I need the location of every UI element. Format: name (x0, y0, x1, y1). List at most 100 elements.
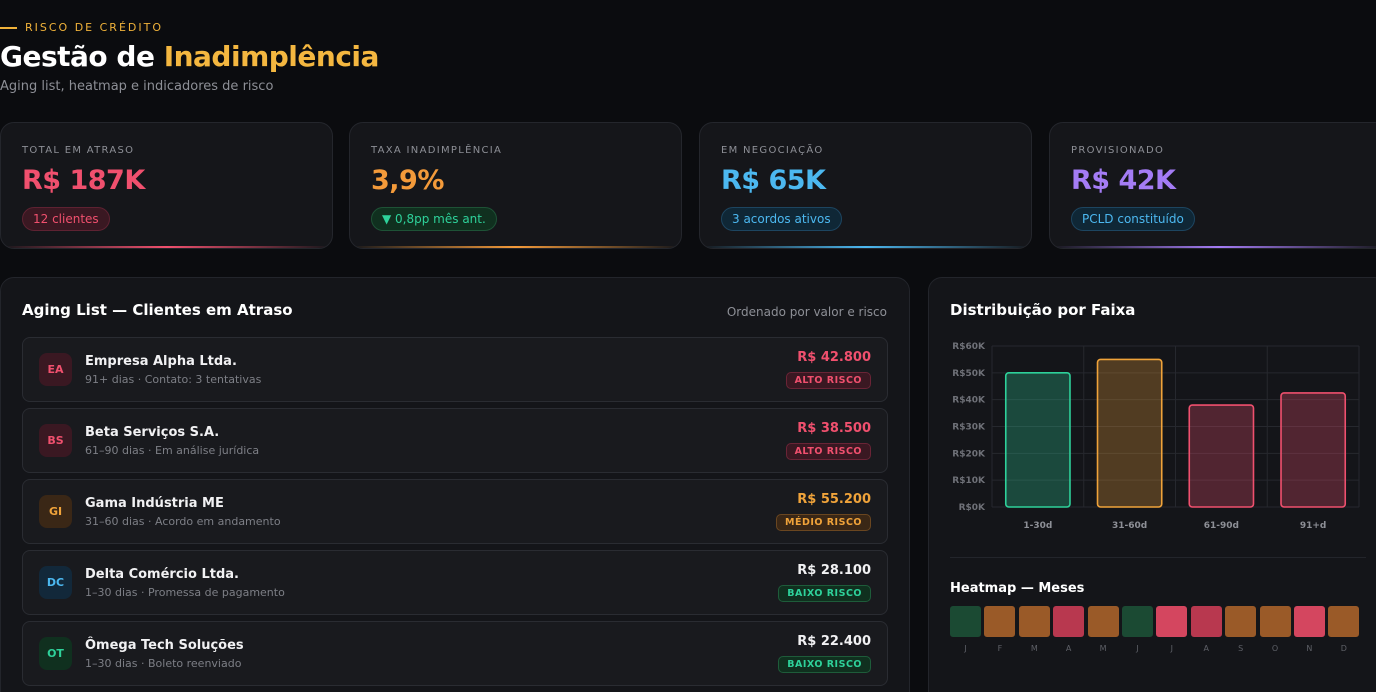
heatmap-month-label: M (1099, 644, 1107, 653)
kpi-value: R$ 187K (22, 165, 145, 196)
kpi-badge: 3 acordos ativos (721, 207, 842, 231)
aging-list-sort-note: Ordenado por valor e risco (726, 305, 887, 319)
kpi-value: R$ 42K (1071, 165, 1176, 196)
kpi-accent-line (1050, 246, 1376, 248)
aging-list-title: Aging List — Clientes em Atraso (22, 301, 293, 319)
kpi-card-provisionado[interactable]: PROVISIONADO R$ 42K PCLD constituído (1049, 122, 1376, 249)
heatmap-cell[interactable] (984, 606, 1016, 637)
heatmap-title: Heatmap — Meses (950, 581, 1085, 596)
kpi-accent-line (1, 246, 332, 248)
client-name: Ômega Tech Soluções (85, 638, 244, 653)
client-name: Gama Indústria ME (85, 496, 224, 511)
heatmap-month-label: A (1065, 644, 1072, 653)
client-amount: R$ 28.100 (797, 563, 871, 578)
heatmap-cell[interactable] (1225, 606, 1257, 637)
client-amount: R$ 38.500 (797, 421, 871, 436)
kpi-card-total-em-atraso[interactable]: TOTAL EM ATRASO R$ 187K 12 clientes (0, 122, 333, 249)
kpi-badge: PCLD constituído (1071, 207, 1195, 231)
client-amount: R$ 55.200 (797, 492, 871, 507)
distribution-panel: Distribuição por Faixa R$0K R$10K R$20K R$3… (928, 277, 1376, 692)
risk-badge: MÉDIO RISCO (776, 514, 871, 531)
heatmap-month-label: J (1170, 644, 1174, 653)
y-tick-label: R$40K (952, 396, 986, 406)
client-row[interactable]: OT Ômega Tech Soluções 1–30 dias · Bolet… (22, 621, 888, 686)
client-meta: 61–90 dias · Em análise jurídica (85, 444, 260, 457)
heatmap-month-label: F (997, 644, 1003, 653)
y-tick-label: R$50K (952, 369, 986, 379)
x-tick-label: 31-60d (1112, 521, 1147, 531)
eyebrow-label: RISCO DE CRÉDITO (25, 21, 163, 34)
x-tick-label: 1-30d (1023, 521, 1052, 531)
avatar: OT (39, 637, 72, 670)
kpi-label: PROVISIONADO (1071, 145, 1165, 156)
risk-badge: ALTO RISCO (785, 372, 871, 389)
heatmap-grid (950, 606, 1360, 637)
client-row[interactable]: EA Empresa Alpha Ltda. 91+ dias · Contat… (22, 337, 888, 402)
kpi-value: 3,9% (371, 165, 444, 196)
risk-badge: BAIXO RISCO (778, 656, 871, 673)
heatmap-cell[interactable] (1018, 606, 1050, 637)
avatar: BS (39, 424, 72, 457)
heatmap-month-label: J (964, 644, 967, 653)
avatar: GI (39, 495, 72, 528)
client-row[interactable]: DC Delta Comércio Ltda. 1–30 dias · Prom… (22, 550, 888, 615)
y-tick-label: R$30K (952, 423, 986, 433)
heatmap-cell[interactable] (1328, 606, 1360, 637)
heatmap-month-label: N (1306, 644, 1313, 653)
client-meta: 31–60 dias · Acordo em andamento (85, 515, 281, 528)
y-tick-label: R$60K (952, 342, 986, 352)
client-name: Empresa Alpha Ltda. (85, 354, 237, 369)
eyebrow-line (0, 26, 17, 29)
heatmap-cell[interactable] (950, 606, 981, 637)
risk-badge: ALTO RISCO (785, 443, 871, 460)
kpi-accent-line (700, 246, 1031, 248)
kpi-card-taxa-inadimplencia[interactable]: TAXA INADIMPLÊNCIA 3,9% ▼ 0,8pp mês ant. (349, 122, 682, 249)
client-row[interactable]: GI Gama Indústria ME 31–60 dias · Acordo… (22, 479, 888, 544)
kpi-badge: 12 clientes (22, 207, 110, 231)
risk-badge: BAIXO RISCO (778, 585, 871, 602)
client-row[interactable]: BS Beta Serviços S.A. 61–90 dias · Em an… (22, 408, 888, 473)
heatmap-cell[interactable] (1053, 606, 1085, 637)
client-amount: R$ 42.800 (797, 350, 871, 365)
heatmap-month-label: O (1271, 644, 1279, 653)
heatmap-cell[interactable] (1259, 606, 1291, 637)
kpi-label: TOTAL EM ATRASO (22, 145, 135, 156)
heatmap-month-label: M (1030, 644, 1038, 653)
page-title-highlight: Inadimplência (163, 40, 380, 73)
page-subtitle: Aging list, heatmap e indicadores de ris… (0, 79, 274, 94)
page-title-main: Gestão de (0, 40, 164, 73)
chart-bar[interactable] (1280, 392, 1347, 508)
heatmap-cell[interactable] (1087, 606, 1119, 637)
x-tick-label: 91+d (1300, 521, 1327, 531)
distribution-bar-chart: R$0K R$10K R$20K R$30K R$40K R$50K R$60K 1-30d 3… (952, 342, 1360, 531)
client-name: Beta Serviços S.A. (85, 425, 220, 440)
panel-divider (950, 557, 1366, 558)
x-tick-label: 61-90d (1204, 521, 1239, 531)
kpi-accent-line (350, 246, 681, 248)
section-eyebrow: RISCO DE CRÉDITO (0, 21, 163, 34)
heatmap-month-label: A (1203, 644, 1209, 653)
heatmap-cell[interactable] (1293, 606, 1325, 637)
heatmap-cell[interactable] (1190, 606, 1222, 637)
y-tick-label: R$20K (952, 449, 986, 459)
kpi-value: R$ 65K (721, 165, 826, 196)
heatmap-month-label: S (1238, 644, 1244, 653)
avatar: EA (39, 353, 72, 386)
heatmap-cell[interactable] (1121, 606, 1153, 637)
client-name: Delta Comércio Ltda. (85, 567, 239, 582)
y-tick-label: R$0K (959, 503, 986, 513)
client-meta: 1–30 dias · Promessa de pagamento (85, 586, 285, 599)
kpi-badge: ▼ 0,8pp mês ant. (371, 207, 497, 231)
chart-bar[interactable] (1188, 404, 1255, 508)
aging-list-panel: Aging List — Clientes em Atraso Ordenado… (0, 277, 910, 692)
client-meta: 1–30 dias · Boleto reenviado (85, 657, 242, 670)
chart-bar[interactable] (1004, 372, 1071, 508)
kpi-card-em-negociacao[interactable]: EM NEGOCIAÇÃO R$ 65K 3 acordos ativos (699, 122, 1032, 249)
y-tick-label: R$10K (952, 476, 986, 486)
heatmap-cell[interactable] (1156, 606, 1188, 637)
heatmap-month-label: D (1340, 644, 1347, 653)
heatmap-month-label: J (1136, 644, 1139, 653)
kpi-label: EM NEGOCIAÇÃO (721, 145, 824, 156)
chart-bar[interactable] (1096, 358, 1163, 508)
client-meta: 91+ dias · Contato: 3 tentativas (85, 373, 262, 386)
